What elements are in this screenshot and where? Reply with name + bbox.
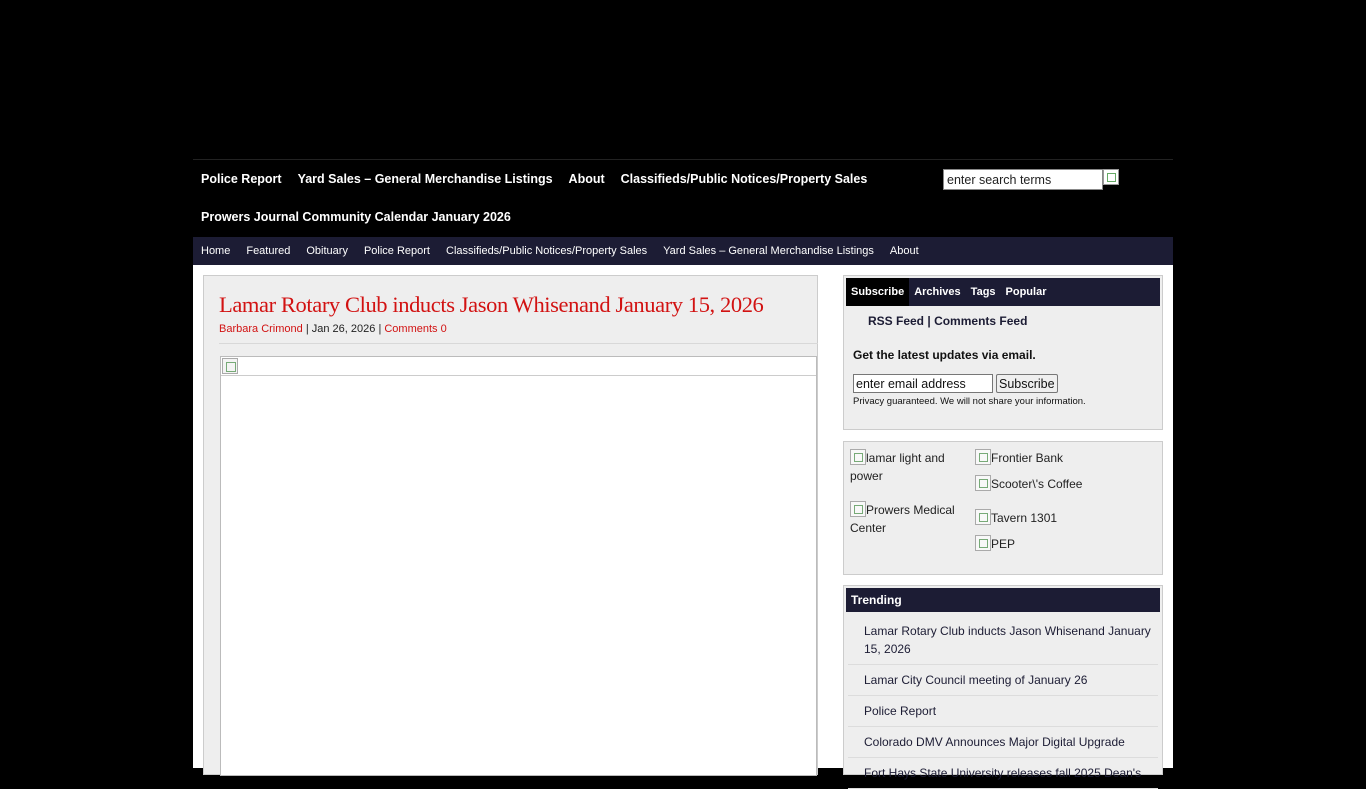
nav-about[interactable]: About bbox=[561, 171, 613, 187]
privacy-note: Privacy guaranteed. We will not share yo… bbox=[853, 396, 1086, 407]
cat-yard-sales[interactable]: Yard Sales – General Merchandise Listing… bbox=[655, 245, 882, 257]
post-featured-image bbox=[220, 356, 817, 776]
sidebar-tabs: Subscribe Archives Tags Popular bbox=[846, 278, 1160, 306]
cat-featured[interactable]: Featured bbox=[238, 245, 298, 257]
page-wrapper: Police Report Yard Sales – General Merch… bbox=[193, 0, 1173, 789]
primary-nav-row-2: Prowers Journal Community Calendar Janua… bbox=[193, 209, 519, 225]
post-divider bbox=[219, 343, 818, 344]
trending-item[interactable]: Lamar Rotary Club inducts Jason Whisenan… bbox=[848, 616, 1158, 665]
broken-image-icon bbox=[850, 501, 866, 517]
trending-list: Lamar Rotary Club inducts Jason Whisenan… bbox=[848, 616, 1158, 789]
sponsor-tavern-1301[interactable]: Tavern 1301 bbox=[975, 508, 1057, 527]
sponsor-scooters-coffee[interactable]: Scooter\'s Coffee bbox=[975, 474, 1082, 493]
trending-widget: Trending Lamar Rotary Club inducts Jason… bbox=[843, 585, 1163, 789]
comments-feed-link[interactable]: Comments Feed bbox=[934, 314, 1027, 328]
sponsor-frontier-bank[interactable]: Frontier Bank bbox=[975, 448, 1063, 467]
content-area: Lamar Rotary Club inducts Jason Whisenan… bbox=[193, 265, 1173, 789]
email-updates-label: Get the latest updates via email. bbox=[853, 348, 1036, 362]
post-date: Jan 26, 2026 bbox=[311, 323, 376, 335]
nav-police-report[interactable]: Police Report bbox=[193, 171, 290, 187]
cat-classifieds[interactable]: Classifieds/Public Notices/Property Sale… bbox=[438, 245, 655, 257]
search-submit-icon[interactable] bbox=[1103, 169, 1119, 185]
header-banner bbox=[193, 0, 1173, 160]
sponsor-lamar-light-power[interactable]: lamar light and power bbox=[850, 448, 968, 485]
cat-about[interactable]: About bbox=[882, 245, 927, 257]
trending-item[interactable]: Lamar City Council meeting of January 26 bbox=[848, 665, 1158, 696]
nav-yard-sales[interactable]: Yard Sales – General Merchandise Listing… bbox=[290, 171, 561, 187]
primary-nav-row-1: Police Report Yard Sales – General Merch… bbox=[193, 171, 875, 187]
broken-image-icon bbox=[975, 475, 991, 491]
broken-image-icon bbox=[975, 535, 991, 551]
trending-item[interactable]: Fort Hays State University releases fall… bbox=[848, 758, 1158, 789]
broken-image-icon bbox=[975, 449, 991, 465]
email-form: Subscribe bbox=[853, 374, 1058, 393]
broken-image-icon bbox=[975, 509, 991, 525]
tab-subscribe[interactable]: Subscribe bbox=[846, 278, 910, 306]
subscribe-widget: Subscribe Archives Tags Popular RSS Feed… bbox=[843, 275, 1163, 430]
broken-image-icon bbox=[222, 358, 238, 374]
cat-home[interactable]: Home bbox=[193, 245, 238, 257]
tab-popular[interactable]: Popular bbox=[1001, 278, 1052, 306]
broken-image-icon bbox=[850, 449, 866, 465]
search-form bbox=[943, 169, 1119, 190]
sponsors-widget: lamar light and power Frontier Bank Scoo… bbox=[843, 441, 1163, 575]
sponsor-pep[interactable]: PEP bbox=[975, 534, 1015, 553]
feed-separator: | bbox=[927, 314, 931, 328]
post-container: Lamar Rotary Club inducts Jason Whisenan… bbox=[203, 275, 818, 776]
category-nav: Home Featured Obituary Police Report Cla… bbox=[193, 237, 1173, 265]
sponsor-prowers-medical-center[interactable]: Prowers Medical Center bbox=[850, 500, 968, 537]
post-meta: Barbara Crimond | Jan 26, 2026 | Comment… bbox=[219, 323, 447, 335]
post-author-link[interactable]: Barbara Crimond bbox=[219, 323, 303, 335]
email-field[interactable] bbox=[853, 374, 993, 393]
trending-title: Trending bbox=[846, 588, 1160, 612]
trending-item[interactable]: Police Report bbox=[848, 696, 1158, 727]
cat-obituary[interactable]: Obituary bbox=[298, 245, 356, 257]
tab-tags[interactable]: Tags bbox=[966, 278, 1001, 306]
primary-nav: Police Report Yard Sales – General Merch… bbox=[193, 160, 1173, 237]
trending-item[interactable]: Colorado DMV Announces Major Digital Upg… bbox=[848, 727, 1158, 758]
cat-police-report[interactable]: Police Report bbox=[356, 245, 438, 257]
post-comments-link[interactable]: Comments 0 bbox=[384, 323, 446, 335]
post-title[interactable]: Lamar Rotary Club inducts Jason Whisenan… bbox=[219, 292, 764, 318]
nav-community-calendar[interactable]: Prowers Journal Community Calendar Janua… bbox=[193, 209, 519, 225]
search-input[interactable] bbox=[943, 169, 1103, 190]
rss-feed-link[interactable]: RSS Feed bbox=[868, 314, 924, 328]
tab-archives[interactable]: Archives bbox=[909, 278, 965, 306]
feed-links: RSS Feed | Comments Feed bbox=[868, 314, 1027, 328]
subscribe-button[interactable]: Subscribe bbox=[996, 374, 1058, 393]
nav-classifieds[interactable]: Classifieds/Public Notices/Property Sale… bbox=[613, 171, 876, 187]
